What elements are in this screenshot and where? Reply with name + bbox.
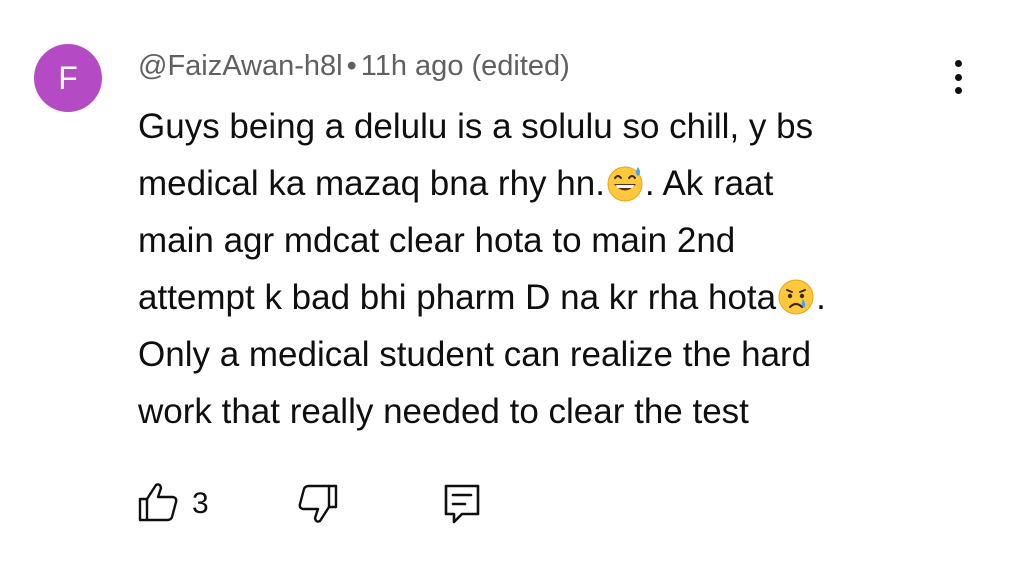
- more-vertical-icon: [954, 60, 962, 67]
- comment-line-text: medical ka mazaq bna rhy hn.: [138, 164, 605, 203]
- comment-text: Guys being a delulu is a solulu so chill…: [138, 98, 938, 440]
- reply-comment-icon[interactable]: [440, 482, 484, 526]
- comment-line: main agr mdcat clear hota to main 2nd: [138, 221, 736, 260]
- thumbs-up-icon[interactable]: [136, 480, 180, 524]
- thumbs-down-icon[interactable]: [296, 482, 340, 526]
- more-options-button[interactable]: [940, 56, 976, 98]
- crying-face-emoji: [778, 279, 814, 315]
- comment-line-text: . Ak raat: [644, 164, 774, 203]
- meta-separator: •: [346, 50, 357, 82]
- comment-line-text: attempt k bad bhi pharm D na kr rha hota: [138, 278, 777, 317]
- like-count: 3: [192, 487, 209, 520]
- comment-meta: @FaizAwan-h8l • 11h ago (edited): [138, 46, 570, 86]
- comment-line: attempt k bad bhi pharm D na kr rha hota…: [138, 269, 938, 326]
- comment-line: Only a medical student can realize the h…: [138, 335, 812, 374]
- more-vertical-icon-dot: [954, 87, 962, 94]
- timestamp: 11h ago (edited): [360, 50, 570, 82]
- comment-line: Guys being a delulu is a solulu so chill…: [138, 107, 814, 146]
- comment-line: medical ka mazaq bna rhy hn. . Ak raat: [138, 155, 938, 212]
- avatar[interactable]: F: [34, 44, 102, 112]
- more-vertical-icon-dot: [954, 73, 962, 81]
- author-handle[interactable]: @FaizAwan-h8l: [138, 50, 343, 82]
- grinning-face-with-sweat-emoji: [607, 166, 643, 202]
- comment-line: work that really needed to clear the tes…: [138, 392, 749, 431]
- comment-actions: 3: [0, 476, 1024, 536]
- comment-line-text: .: [816, 278, 826, 317]
